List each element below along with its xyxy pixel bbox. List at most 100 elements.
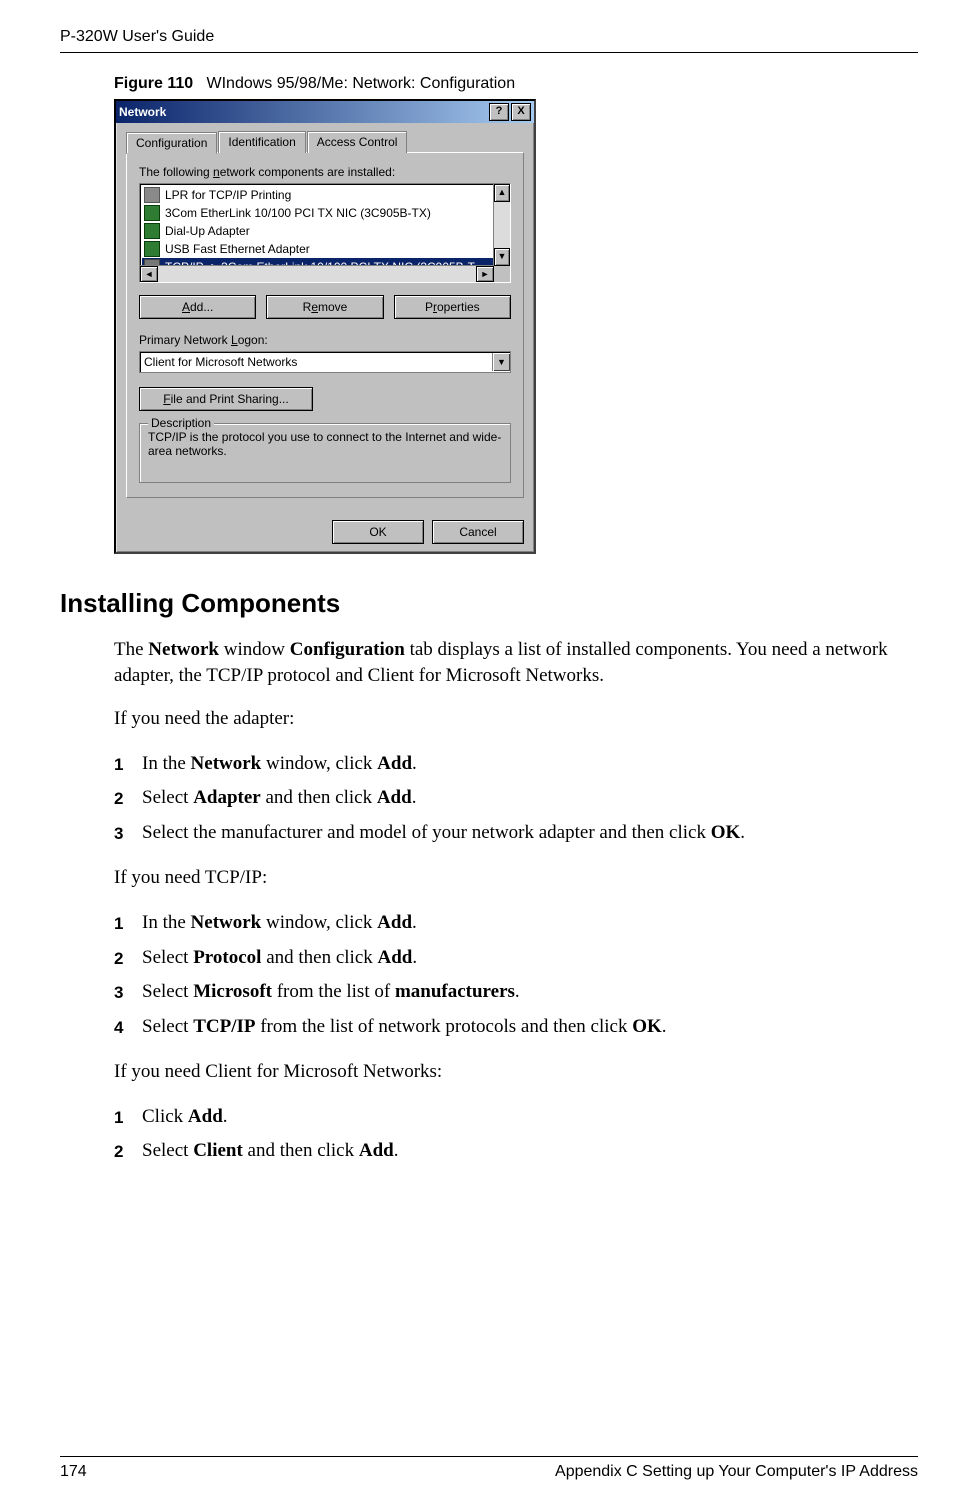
page-number: 174 [60,1463,87,1481]
text-run: from the list of [272,981,395,1002]
scroll-right-icon[interactable]: ► [476,266,494,282]
help-button[interactable]: ? [489,103,509,121]
text-run: and then click [261,947,377,968]
tab-identification[interactable]: Identification [218,131,305,153]
label-part: The following [139,165,213,179]
label-part: e [311,300,318,314]
figure-label: Figure 110 [114,75,193,92]
list-item[interactable]: 3Com EtherLink 10/100 PCI TX NIC (3C905B… [142,204,508,222]
list-number: 3 [114,821,123,847]
ok-button[interactable]: OK [332,520,424,544]
list-item: 1Click Add. [114,1103,918,1132]
label-part: L [231,333,238,347]
text-run: Add [377,912,412,933]
text-run: In the [142,912,191,933]
combo-value: Client for Microsoft Networks [144,355,297,369]
scrollbar-vertical[interactable]: ▲ ▼ [493,184,510,266]
printer-icon [144,187,160,203]
list-item: 1 In the Network window, click Add. [114,909,918,938]
text-run: Select [142,787,193,808]
scrollbar-horizontal[interactable]: ◄ ► [140,265,494,282]
description-text: TCP/IP is the protocol you use to connec… [148,430,502,474]
tab-panel: The following network components are ins… [126,152,524,498]
list-item-label: LPR for TCP/IP Printing [165,188,291,202]
network-dialog: Network ? X Configuration Identification… [114,99,536,554]
text-run: . [412,912,417,933]
list-item[interactable]: LPR for TCP/IP Printing [142,186,508,204]
text-run: Select [142,947,193,968]
list-number: 3 [114,980,123,1006]
text-run: window, click [261,753,377,774]
scroll-down-icon[interactable]: ▼ [494,248,510,266]
primary-logon-label: Primary Network Logon: [139,333,511,347]
tab-access-control[interactable]: Access Control [307,131,408,153]
list-item[interactable]: Dial-Up Adapter [142,222,508,240]
primary-logon-combo[interactable]: Client for Microsoft Networks ▼ [139,351,511,373]
ordered-list: 1In the Network window, click Add. 2Sele… [114,750,918,848]
list-number: 4 [114,1015,123,1041]
file-print-sharing-button[interactable]: File and Print Sharing... [139,387,313,411]
text-run: OK [711,822,741,843]
text-run: . [412,787,417,808]
titlebar[interactable]: Network ? X [116,101,534,123]
list-number: 1 [114,1105,123,1131]
text-run: . [662,1016,667,1037]
list-item-label: 3Com EtherLink 10/100 PCI TX NIC (3C905B… [165,206,431,220]
page-footer: 174 Appendix C Setting up Your Computer'… [60,1456,918,1481]
label-part: A [182,300,190,314]
adapter-icon [144,223,160,239]
list-item: 2Select Protocol and then click Add. [114,944,918,973]
description-groupbox: Description TCP/IP is the protocol you u… [139,423,511,483]
scroll-up-icon[interactable]: ▲ [494,184,510,202]
text-run: window, click [261,912,377,933]
cancel-button[interactable]: Cancel [432,520,524,544]
text-run: Select [142,981,193,1002]
list-item: 3 Select the manufacturer and model of yo… [114,819,918,848]
paragraph: If you need Client for Microsoft Network… [114,1059,918,1085]
tab-strip: Configuration Identification Access Cont… [126,131,524,153]
label-part: ogon: [238,333,268,347]
text-run: from the list of network protocols and t… [255,1016,632,1037]
remove-button[interactable]: Remove [266,295,383,319]
text-run: Add [377,787,412,808]
adapter-icon [144,241,160,257]
list-item-label: USB Fast Ethernet Adapter [165,242,310,256]
text-run: Network [191,753,262,774]
text-run: Click [142,1106,188,1127]
text-run: Add [359,1140,394,1161]
paragraph: The Network window Configuration tab dis… [114,637,918,688]
text-run: Select [142,1016,193,1037]
text-run: Select the manufacturer and model of you… [142,822,711,843]
label-part: move [318,300,347,314]
label-part: n [213,165,220,179]
text-run: Client [193,1140,243,1161]
text-run: TCP/IP [193,1016,255,1037]
text-run: Network [148,639,219,660]
text-run: and then click [243,1140,359,1161]
text-run: Add [378,947,413,968]
paragraph: If you need TCP/IP: [114,865,918,891]
list-number: 1 [114,911,123,937]
text-run: Configuration [290,639,405,660]
dialog-title: Network [119,105,166,119]
label-part: P [425,300,433,314]
label-part: R [303,300,312,314]
chevron-down-icon[interactable]: ▼ [492,353,510,371]
section-heading: Installing Components [60,588,918,619]
properties-button[interactable]: Properties [394,295,511,319]
label-part: operties [437,300,480,314]
list-item: 2Select Client and then click Add. [114,1137,918,1166]
text-run: In the [142,753,191,774]
figure-caption: Figure 110 WIndows 95/98/Me: Network: Co… [114,75,918,93]
scroll-left-icon[interactable]: ◄ [140,266,158,282]
text-run: Network [191,912,262,933]
adapter-icon [144,205,160,221]
text-run: Add [377,753,412,774]
ordered-list: 1 In the Network window, click Add. 2Sele… [114,909,918,1041]
list-item: 3Select Microsoft from the list of manuf… [114,978,918,1007]
list-item[interactable]: USB Fast Ethernet Adapter [142,240,508,258]
tab-configuration[interactable]: Configuration [126,132,217,154]
components-listbox[interactable]: LPR for TCP/IP Printing 3Com EtherLink 1… [139,183,511,283]
close-button[interactable]: X [511,103,531,121]
add-button[interactable]: Add... [139,295,256,319]
